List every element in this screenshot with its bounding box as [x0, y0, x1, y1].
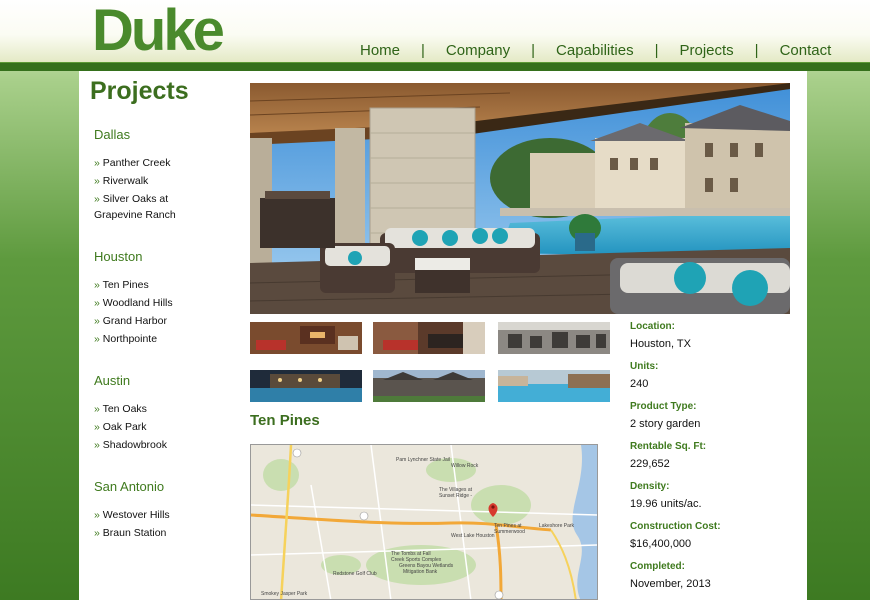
gallery-thumbnail[interactable]: [250, 370, 362, 402]
map-label: Pam Lynchner State Jail: [396, 457, 450, 463]
detail-value: November, 2013: [630, 578, 711, 590]
map-label: Summerwood: [494, 529, 525, 535]
project-link[interactable]: » Braun Station: [94, 525, 244, 541]
project-link[interactable]: » Panther Creek: [94, 155, 244, 171]
project-link[interactable]: » Grand Harbor: [94, 313, 244, 329]
hero-photo: [250, 83, 790, 314]
site-header: Duke Home | Company | Capabilities | Pro…: [0, 0, 870, 63]
city-group-dallas: Dallas » Panther Creek » Riverwalk » Sil…: [94, 127, 244, 223]
city-group-houston: Houston » Ten Pines » Woodland Hills » G…: [94, 249, 244, 347]
city-group-austin: Austin » Ten Oaks » Oak Park » Shadowbro…: [94, 373, 244, 453]
city-heading: Houston: [94, 249, 143, 264]
main-nav: Home | Company | Capabilities | Projects…: [360, 40, 831, 60]
project-name: Ten Pines: [250, 412, 320, 429]
gallery-thumbnail[interactable]: [373, 322, 485, 354]
detail-label: Product Type:: [630, 401, 697, 412]
city-heading: Austin: [94, 373, 131, 388]
map-label: West Lake Houston: [451, 533, 495, 539]
detail-value: 240: [630, 378, 649, 390]
detail-label: Units:: [630, 361, 659, 372]
city-heading: Dallas: [94, 127, 131, 142]
nav-capabilities[interactable]: Capabilities: [556, 42, 634, 59]
project-link[interactable]: » Riverwalk: [94, 173, 244, 189]
map-label: Mitigation Bank: [403, 569, 438, 575]
project-link[interactable]: » Shadowbrook: [94, 437, 244, 453]
header-divider: [0, 62, 870, 71]
project-link[interactable]: » Northpointe: [94, 331, 244, 347]
detail-label: Completed:: [630, 561, 685, 572]
map-label: Lakeshore Park: [539, 523, 575, 529]
map-label: Sunset Ridge -: [439, 493, 472, 499]
page-title: Projects: [90, 77, 189, 105]
nav-home[interactable]: Home: [360, 42, 400, 59]
city-group-san-antonio: San Antonio » Westover Hills » Braun Sta…: [94, 479, 244, 541]
detail-label: Construction Cost:: [630, 521, 721, 532]
gallery-thumbnail[interactable]: [250, 322, 362, 354]
nav-contact[interactable]: Contact: [780, 42, 832, 59]
detail-label: Density:: [630, 481, 670, 492]
project-link[interactable]: » Silver Oaks at Grapevine Ranch: [94, 191, 244, 223]
gallery-thumbnail[interactable]: [498, 370, 610, 402]
nav-projects[interactable]: Projects: [679, 42, 733, 59]
project-sidebar: Dallas » Panther Creek » Riverwalk » Sil…: [94, 127, 244, 567]
detail-value: 229,652: [630, 458, 670, 470]
detail-label: Rentable Sq. Ft:: [630, 441, 707, 452]
nav-separator: |: [531, 41, 536, 59]
duke-logo[interactable]: Duke: [92, 2, 225, 60]
project-link[interactable]: » Woodland Hills: [94, 295, 244, 311]
nav-separator: |: [754, 41, 759, 59]
detail-value: Houston, TX: [630, 338, 691, 350]
content-panel: Projects Dallas » Panther Creek » Riverw…: [79, 71, 807, 600]
city-heading: San Antonio: [94, 479, 165, 494]
gallery-thumbnail[interactable]: [373, 370, 485, 402]
project-link[interactable]: » Westover Hills: [94, 507, 244, 523]
map-label: Redstone Golf Club: [333, 571, 377, 577]
location-map[interactable]: Pam Lynchner State Jail Willow Rock The …: [250, 444, 598, 600]
detail-value: 19.96 units/ac.: [630, 498, 702, 510]
project-link[interactable]: » Ten Oaks: [94, 401, 244, 417]
detail-value: $16,400,000: [630, 538, 692, 550]
project-details: Location: Houston, TX Units: 240 Product…: [630, 321, 800, 600]
map-label: Willow Rock: [451, 463, 479, 469]
nav-company[interactable]: Company: [446, 42, 510, 59]
nav-separator: |: [421, 41, 425, 59]
nav-separator: |: [654, 41, 659, 59]
detail-value: 2 story garden: [630, 418, 701, 430]
project-link[interactable]: » Oak Park: [94, 419, 244, 435]
map-label: Smokey Jasper Park: [261, 591, 308, 597]
detail-label: Location:: [630, 321, 675, 332]
gallery-thumbnail[interactable]: [498, 322, 610, 354]
project-link[interactable]: » Ten Pines: [94, 277, 244, 293]
